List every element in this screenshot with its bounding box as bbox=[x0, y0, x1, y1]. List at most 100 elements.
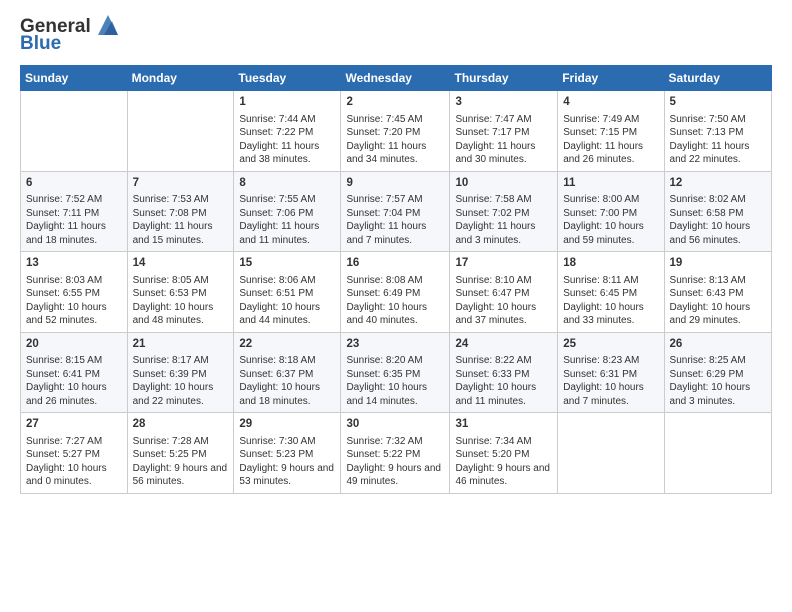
day-cell: 12Sunrise: 8:02 AMSunset: 6:58 PMDayligh… bbox=[664, 171, 771, 252]
day-info: Sunrise: 7:52 AM bbox=[26, 193, 122, 207]
day-info: Daylight: 10 hours and 44 minutes. bbox=[239, 301, 335, 328]
day-info: Sunrise: 7:47 AM bbox=[455, 113, 552, 127]
day-number: 4 bbox=[563, 95, 658, 111]
weekday-wednesday: Wednesday bbox=[341, 66, 450, 91]
calendar-table: SundayMondayTuesdayWednesdayThursdayFrid… bbox=[20, 65, 772, 494]
day-info: Sunset: 7:04 PM bbox=[346, 207, 444, 221]
day-info: Sunrise: 8:20 AM bbox=[346, 354, 444, 368]
day-cell bbox=[21, 91, 128, 172]
day-cell: 22Sunrise: 8:18 AMSunset: 6:37 PMDayligh… bbox=[234, 332, 341, 413]
day-number: 20 bbox=[26, 337, 122, 353]
day-number: 13 bbox=[26, 256, 122, 272]
day-cell: 18Sunrise: 8:11 AMSunset: 6:45 PMDayligh… bbox=[558, 252, 664, 333]
day-number: 19 bbox=[670, 256, 766, 272]
day-info: Daylight: 11 hours and 22 minutes. bbox=[670, 140, 766, 167]
day-info: Daylight: 10 hours and 26 minutes. bbox=[26, 381, 122, 408]
day-info: Daylight: 10 hours and 11 minutes. bbox=[455, 381, 552, 408]
day-cell: 2Sunrise: 7:45 AMSunset: 7:20 PMDaylight… bbox=[341, 91, 450, 172]
day-cell: 30Sunrise: 7:32 AMSunset: 5:22 PMDayligh… bbox=[341, 413, 450, 494]
day-cell: 23Sunrise: 8:20 AMSunset: 6:35 PMDayligh… bbox=[341, 332, 450, 413]
weekday-monday: Monday bbox=[127, 66, 234, 91]
day-info: Sunset: 6:41 PM bbox=[26, 368, 122, 382]
day-info: Sunrise: 7:30 AM bbox=[239, 435, 335, 449]
day-number: 31 bbox=[455, 417, 552, 433]
day-info: Sunrise: 8:03 AM bbox=[26, 274, 122, 288]
day-info: Daylight: 10 hours and 59 minutes. bbox=[563, 220, 658, 247]
day-cell: 6Sunrise: 7:52 AMSunset: 7:11 PMDaylight… bbox=[21, 171, 128, 252]
day-info: Daylight: 11 hours and 18 minutes. bbox=[26, 220, 122, 247]
day-info: Sunset: 7:06 PM bbox=[239, 207, 335, 221]
day-number: 18 bbox=[563, 256, 658, 272]
day-info: Daylight: 9 hours and 53 minutes. bbox=[239, 462, 335, 489]
day-info: Sunset: 7:15 PM bbox=[563, 126, 658, 140]
logo: General Blue bbox=[20, 15, 122, 55]
day-number: 29 bbox=[239, 417, 335, 433]
day-info: Sunrise: 8:23 AM bbox=[563, 354, 658, 368]
day-info: Sunrise: 7:49 AM bbox=[563, 113, 658, 127]
day-info: Daylight: 11 hours and 30 minutes. bbox=[455, 140, 552, 167]
day-info: Daylight: 10 hours and 18 minutes. bbox=[239, 381, 335, 408]
day-info: Sunset: 7:02 PM bbox=[455, 207, 552, 221]
week-row-4: 20Sunrise: 8:15 AMSunset: 6:41 PMDayligh… bbox=[21, 332, 772, 413]
day-info: Daylight: 9 hours and 56 minutes. bbox=[133, 462, 229, 489]
day-cell bbox=[558, 413, 664, 494]
day-info: Daylight: 11 hours and 3 minutes. bbox=[455, 220, 552, 247]
day-info: Sunset: 6:51 PM bbox=[239, 287, 335, 301]
day-info: Sunrise: 8:06 AM bbox=[239, 274, 335, 288]
day-cell: 14 Sunrise: 8:05 AMSunset: 6:53 PMDayligh… bbox=[127, 252, 234, 333]
day-number: 1 bbox=[239, 95, 335, 111]
day-number: 17 bbox=[455, 256, 552, 272]
day-number: 21 bbox=[133, 337, 229, 353]
page: General Blue SundayMondayTuesdayWednesda… bbox=[0, 0, 792, 612]
day-info: Sunset: 6:45 PM bbox=[563, 287, 658, 301]
day-info: Sunrise: 8:02 AM bbox=[670, 193, 766, 207]
day-info: Sunset: 6:43 PM bbox=[670, 287, 766, 301]
week-row-3: 13Sunrise: 8:03 AMSunset: 6:55 PMDayligh… bbox=[21, 252, 772, 333]
day-number: 30 bbox=[346, 417, 444, 433]
day-number: 26 bbox=[670, 337, 766, 353]
day-info: Sunrise: 7:27 AM bbox=[26, 435, 122, 449]
day-info: Sunset: 6:55 PM bbox=[26, 287, 122, 301]
day-info: Sunrise: 7:53 AM bbox=[133, 193, 229, 207]
day-info: Sunset: 6:35 PM bbox=[346, 368, 444, 382]
weekday-saturday: Saturday bbox=[664, 66, 771, 91]
logo-blue: Blue bbox=[20, 33, 61, 55]
day-info: Sunrise: 7:28 AM bbox=[133, 435, 229, 449]
day-info: Sunset: 5:27 PM bbox=[26, 448, 122, 462]
day-cell: 9Sunrise: 7:57 AMSunset: 7:04 PMDaylight… bbox=[341, 171, 450, 252]
day-number: 25 bbox=[563, 337, 658, 353]
day-info: Daylight: 10 hours and 0 minutes. bbox=[26, 462, 122, 489]
weekday-sunday: Sunday bbox=[21, 66, 128, 91]
day-info: Daylight: 11 hours and 7 minutes. bbox=[346, 220, 444, 247]
day-cell: 4Sunrise: 7:49 AMSunset: 7:15 PMDaylight… bbox=[558, 91, 664, 172]
day-info: Sunrise: 8:22 AM bbox=[455, 354, 552, 368]
day-info: Sunset: 7:22 PM bbox=[239, 126, 335, 140]
day-info: Sunset: 7:11 PM bbox=[26, 207, 122, 221]
day-info: Sunset: 5:25 PM bbox=[133, 448, 229, 462]
day-info: Daylight: 10 hours and 3 minutes. bbox=[670, 381, 766, 408]
day-cell: 3Sunrise: 7:47 AMSunset: 7:17 PMDaylight… bbox=[450, 91, 558, 172]
day-cell: 16Sunrise: 8:08 AMSunset: 6:49 PMDayligh… bbox=[341, 252, 450, 333]
day-number: 14 bbox=[133, 256, 229, 272]
day-cell: 28 Sunrise: 7:28 AMSunset: 5:25 PMDayligh… bbox=[127, 413, 234, 494]
day-info: Sunset: 6:47 PM bbox=[455, 287, 552, 301]
day-info: Sunset: 6:53 PM bbox=[133, 287, 229, 301]
day-info: Sunrise: 8:13 AM bbox=[670, 274, 766, 288]
day-number: 15 bbox=[239, 256, 335, 272]
day-number: 28 bbox=[133, 417, 229, 433]
day-info: Sunset: 6:31 PM bbox=[563, 368, 658, 382]
day-info: Sunrise: 7:57 AM bbox=[346, 193, 444, 207]
day-number: 3 bbox=[455, 95, 552, 111]
day-info: Sunrise: 8:25 AM bbox=[670, 354, 766, 368]
day-info: Sunset: 6:58 PM bbox=[670, 207, 766, 221]
day-info: Sunset: 5:22 PM bbox=[346, 448, 444, 462]
day-info: Daylight: 11 hours and 34 minutes. bbox=[346, 140, 444, 167]
day-info: Sunrise: 8:05 AM bbox=[133, 274, 229, 288]
day-number: 24 bbox=[455, 337, 552, 353]
day-info: Daylight: 10 hours and 52 minutes. bbox=[26, 301, 122, 328]
day-info: Daylight: 11 hours and 11 minutes. bbox=[239, 220, 335, 247]
day-cell: 31Sunrise: 7:34 AMSunset: 5:20 PMDayligh… bbox=[450, 413, 558, 494]
day-info: Daylight: 10 hours and 48 minutes. bbox=[133, 301, 229, 328]
day-cell: 7Sunrise: 7:53 AMSunset: 7:08 PMDaylight… bbox=[127, 171, 234, 252]
day-info: Daylight: 10 hours and 29 minutes. bbox=[670, 301, 766, 328]
